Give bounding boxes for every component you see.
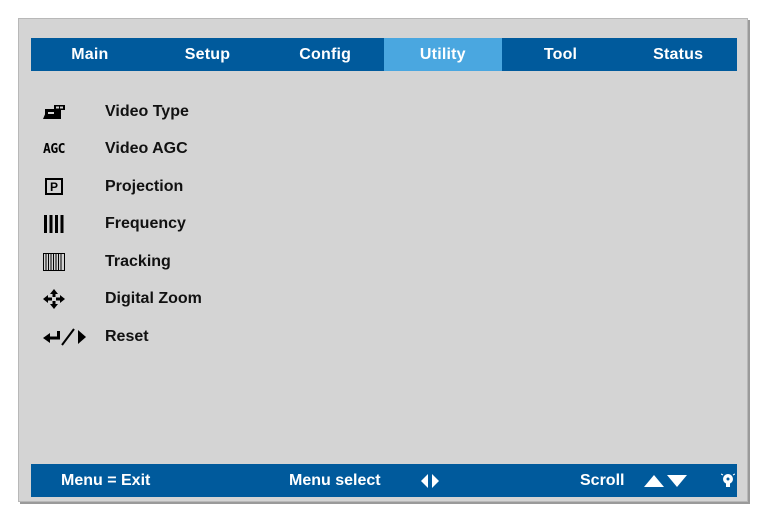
- menu-item-frequency[interactable]: Frequency: [43, 206, 343, 244]
- video-camera-icon: [43, 100, 79, 124]
- menu-select-hint: Menu select: [289, 471, 381, 489]
- menu-item-label: Video Type: [105, 102, 189, 120]
- menu-item-reset[interactable]: Reset: [43, 318, 343, 356]
- projection-icon: P: [45, 178, 63, 196]
- menu-item-label: Projection: [105, 177, 184, 195]
- tab-tool[interactable]: Tool: [502, 38, 620, 71]
- tracking-lines-icon: [43, 250, 79, 274]
- menu-item-label: Digital Zoom: [105, 290, 202, 308]
- menu-item-tracking[interactable]: Tracking: [43, 243, 343, 281]
- move-arrows-icon: [43, 287, 79, 311]
- menu-exit-hint: Menu = Exit: [61, 471, 151, 489]
- left-right-arrows-icon: [421, 464, 439, 497]
- menu-item-digital-zoom[interactable]: Digital Zoom: [43, 281, 343, 319]
- agc-icon: AGC: [43, 141, 65, 157]
- menu-item-label: Video AGC: [105, 140, 188, 158]
- tab-setup[interactable]: Setup: [149, 38, 267, 71]
- scroll-hint: Scroll: [580, 471, 625, 489]
- menu-item-video-agc[interactable]: AGC Video AGC: [43, 131, 343, 169]
- osd-menu-window: Main Setup Config Utility Tool Status Vi…: [18, 18, 748, 502]
- menu-item-label: Frequency: [105, 215, 186, 233]
- menu-item-video-type[interactable]: Video Type: [43, 93, 343, 131]
- tab-utility[interactable]: Utility: [384, 38, 502, 71]
- menu-item-label: Reset: [105, 327, 149, 345]
- up-down-arrows-icon: [644, 464, 688, 497]
- enter-right-icon: [43, 325, 99, 349]
- menu-item-projection[interactable]: P Projection: [43, 168, 343, 206]
- tab-bar: Main Setup Config Utility Tool Status: [31, 38, 737, 71]
- tab-status[interactable]: Status: [619, 38, 737, 71]
- tab-main[interactable]: Main: [31, 38, 149, 71]
- utility-menu-list: Video Type AGC Video AGC P Projection Fr…: [43, 93, 343, 356]
- tab-config[interactable]: Config: [266, 38, 384, 71]
- lamp-icon: [721, 464, 735, 497]
- status-bar: Menu = Exit Menu select Scroll: [31, 464, 737, 497]
- frequency-bars-icon: [43, 212, 79, 236]
- menu-item-label: Tracking: [105, 252, 171, 270]
